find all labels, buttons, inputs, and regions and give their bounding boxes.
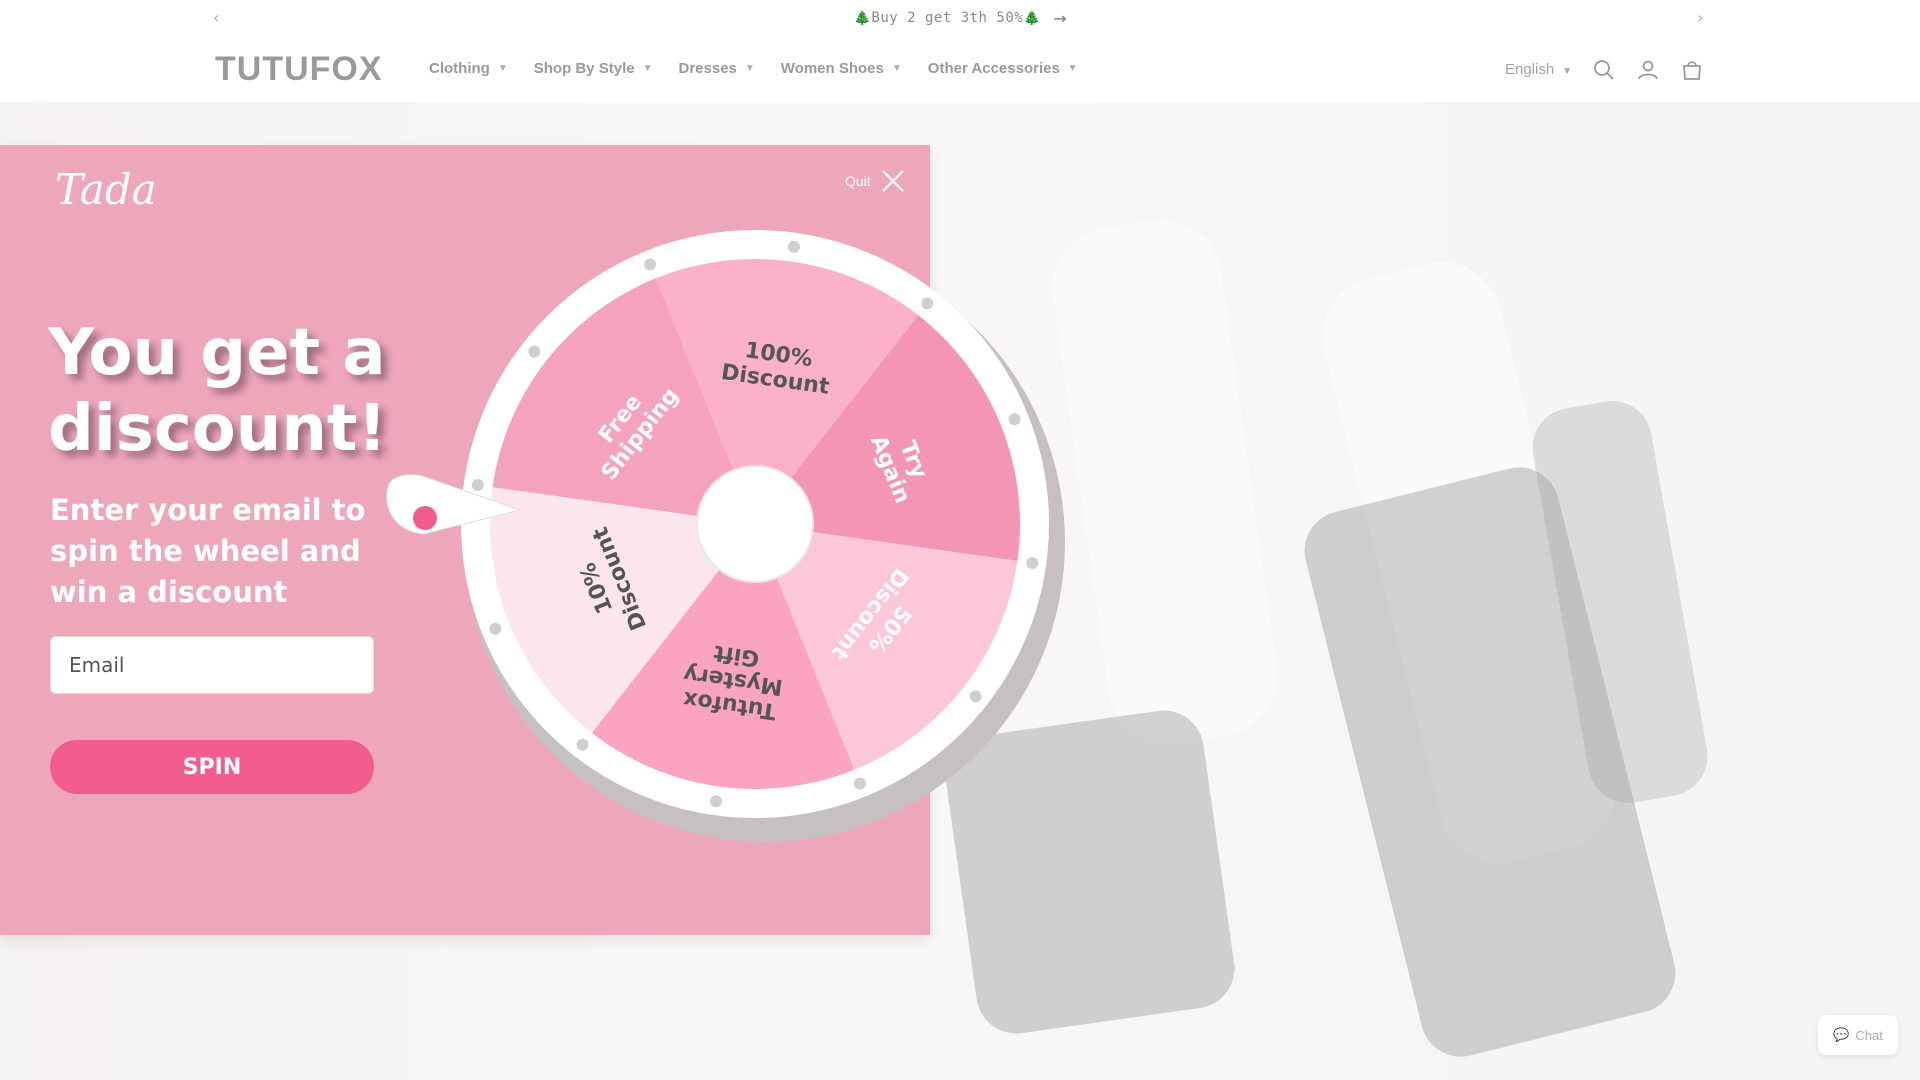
wheel-peg (576, 738, 589, 751)
nav-item-women-shoes[interactable]: Women Shoes ▼ (781, 60, 902, 77)
chevron-down-icon: ▼ (1562, 66, 1573, 77)
wheel-peg (1026, 556, 1039, 569)
spin-button[interactable]: SPIN (50, 740, 374, 794)
chevron-down-icon: ▼ (891, 63, 902, 74)
announcement-bar: ‹ 🎄Buy 2 get 3th 50%🎄 → › (0, 0, 1920, 36)
chevron-down-icon: ▼ (744, 63, 755, 74)
chat-label: Chat (1855, 1027, 1883, 1043)
nav-label: Dresses (678, 60, 737, 77)
chevron-down-icon: ▼ (1067, 63, 1078, 74)
wheel-hub (696, 465, 814, 583)
chat-icon: 💬 (1833, 1027, 1850, 1042)
wheel-peg (1008, 413, 1021, 426)
wheel-peg (853, 777, 866, 790)
site-header: TUTUFOX Clothing ▼ Shop By Style ▼ Dresses… (0, 36, 1920, 103)
brand-logo: Tada (55, 165, 157, 214)
arrow-right-icon[interactable]: → (1053, 9, 1066, 28)
search-icon[interactable] (1592, 58, 1616, 82)
popup-subtext: Enter your email to spin the wheel and w… (50, 493, 366, 609)
wheel-peg (489, 622, 502, 635)
quit-button[interactable]: Quit (845, 169, 905, 193)
chevron-down-icon: ▼ (642, 63, 653, 74)
language-selector[interactable]: English ▼ (1505, 61, 1572, 78)
wheel-peg (787, 240, 800, 253)
wheel-peg (644, 258, 657, 271)
wheel-peg (969, 690, 982, 703)
cart-icon[interactable] (1680, 58, 1704, 82)
language-label: English (1505, 61, 1555, 78)
nav-label: Other Accessories (927, 60, 1060, 77)
close-icon[interactable] (881, 169, 905, 193)
announcement-prev-button[interactable]: ‹ (213, 8, 219, 27)
account-icon[interactable] (1636, 58, 1660, 82)
wheel-peg (471, 479, 484, 492)
wheel-peg (710, 795, 723, 808)
quit-label: Quit (845, 173, 871, 189)
site-logo[interactable]: TUTUFOX (215, 50, 383, 89)
chevron-down-icon: ▼ (497, 63, 508, 74)
chat-button[interactable]: 💬 Chat (1818, 1015, 1898, 1055)
nav-item-shop-by-style[interactable]: Shop By Style ▼ (534, 60, 653, 77)
nav-item-other-accessories[interactable]: Other Accessories ▼ (928, 60, 1078, 77)
pointer-dot (413, 506, 437, 530)
nav-item-clothing[interactable]: Clothing ▼ (429, 60, 508, 77)
main-nav: Clothing ▼ Shop By Style ▼ Dresses ▼ Women … (429, 60, 1104, 77)
announcement-text[interactable]: 🎄Buy 2 get 3th 50%🎄 (853, 10, 1041, 26)
nav-label: Shop By Style (533, 60, 635, 77)
prize-wheel[interactable]: 100%DiscountTryAgain50%DiscountTutufoxMy… (380, 220, 1080, 860)
wheel-peg (921, 297, 934, 310)
wheel-peg (528, 345, 541, 358)
nav-label: Clothing (429, 60, 490, 77)
announcement-next-button[interactable]: › (1697, 8, 1703, 27)
nav-label: Women Shoes (780, 60, 884, 77)
nav-item-dresses[interactable]: Dresses ▼ (679, 60, 755, 77)
email-input[interactable] (50, 636, 374, 694)
